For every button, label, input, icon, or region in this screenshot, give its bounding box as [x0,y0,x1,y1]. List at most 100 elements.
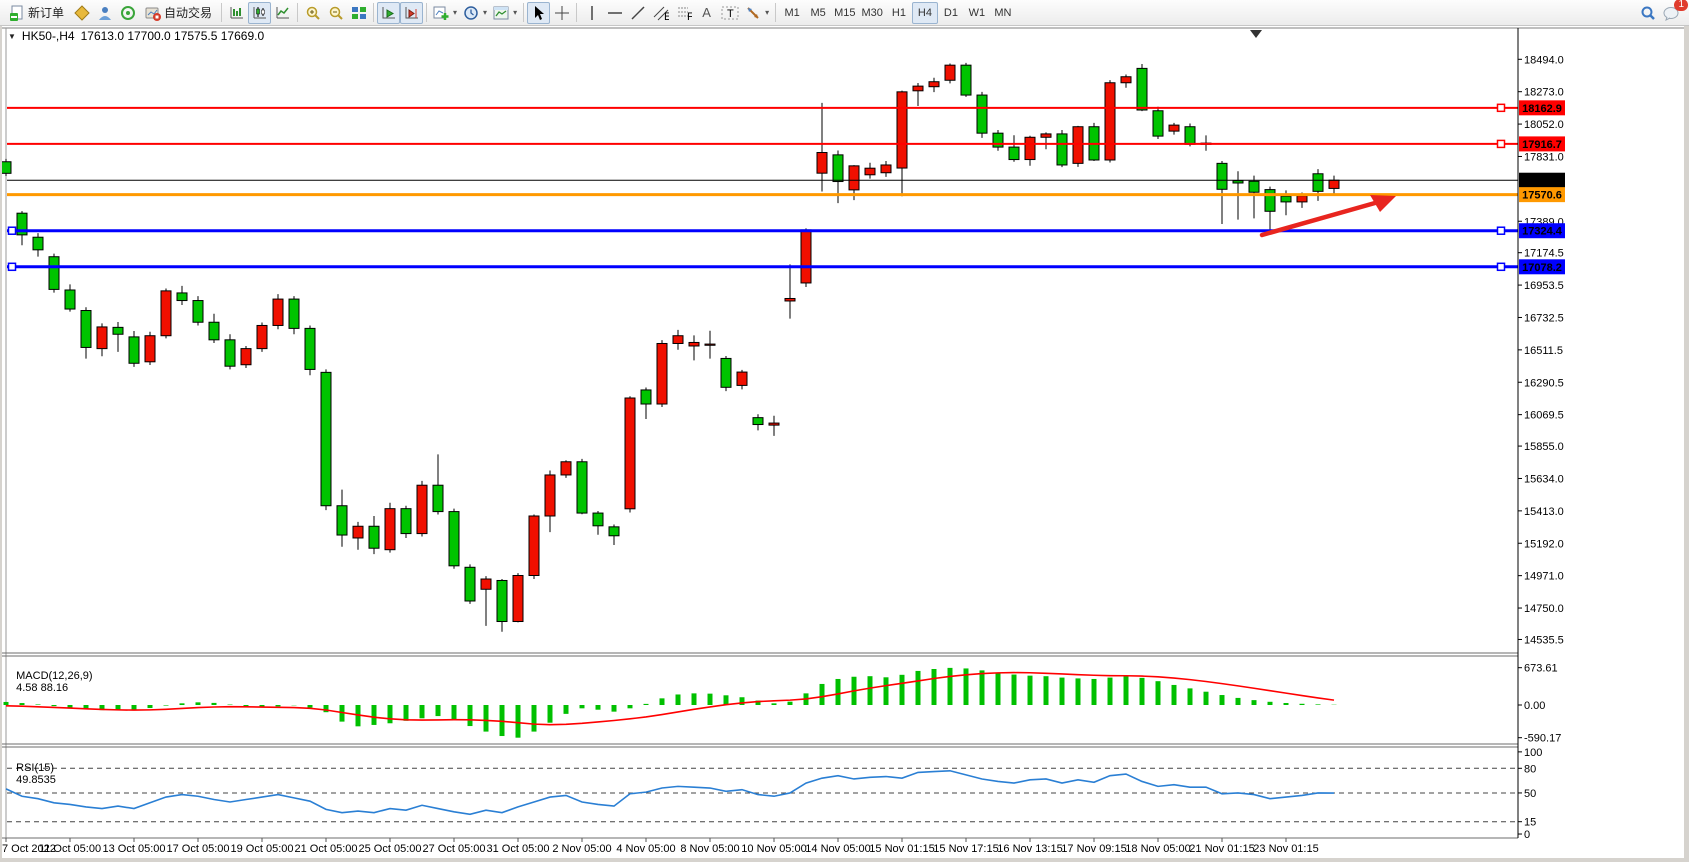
chart-ohlc-values: 17613.0 17700.0 17575.5 17669.0 [81,29,265,43]
candle [785,298,795,300]
cursor-tool-button[interactable] [527,2,550,24]
text-tool-icon: A [702,5,711,20]
signals-button[interactable] [116,2,139,24]
svg-text:23 Nov 01:15: 23 Nov 01:15 [1253,843,1318,855]
line-handle[interactable] [1498,263,1505,270]
candlestick-chart-icon [252,5,268,21]
equidistant-channel-tool-button[interactable]: E [649,2,672,24]
candle [849,166,859,190]
line-chart-button[interactable] [271,2,294,24]
line-handle[interactable] [1498,227,1505,234]
horizontal-line-tool-button[interactable] [603,2,626,24]
fibonacci-icon: F [676,5,692,21]
chart-shift-button[interactable] [400,2,423,24]
window-right-edge [1684,26,1689,862]
period-clock-icon [463,5,479,21]
candle [593,513,603,526]
candle [193,301,203,323]
timeframe-button-m1[interactable]: M1 [779,2,805,24]
svg-text:16511.5: 16511.5 [1524,345,1563,357]
crosshair-icon [554,5,570,21]
candle [977,95,987,133]
candle [881,165,891,173]
signals-icon [120,5,136,21]
text-tool-button[interactable]: A [695,2,718,24]
candle [1057,134,1067,165]
zoom-in-button[interactable] [301,2,324,24]
toolbar-separator [373,3,374,22]
candle [353,526,363,538]
text-label-tool-button[interactable]: T [718,2,742,24]
algo-trading-button[interactable]: 自动交易 [139,2,218,24]
chart-template-button[interactable]: ▾ [490,2,520,24]
chart-canvas[interactable]: 18494.018273.018052.017831.017389.017174… [0,0,1689,862]
add-indicator-icon [433,5,449,21]
candle [1137,68,1147,110]
candle [401,509,411,534]
new-order-label: 新订单 [28,4,64,21]
fibonacci-tool-button[interactable]: F [672,2,695,24]
svg-text:15: 15 [1524,817,1536,829]
data-window-button[interactable] [93,2,116,24]
candle [465,567,475,601]
tile-windows-button[interactable] [347,2,370,24]
vertical-line-tool-button[interactable] [580,2,603,24]
candle [1121,77,1131,83]
vertical-line-icon [584,5,600,21]
line-handle[interactable] [1498,140,1505,147]
crosshair-tool-button[interactable] [550,2,573,24]
add-indicator-button[interactable]: ▾ [430,2,460,24]
candle [161,291,171,336]
svg-text:31 Oct 05:00: 31 Oct 05:00 [487,843,550,855]
line-handle[interactable] [1498,104,1505,111]
dropdown-arrow-icon: ▾ [513,8,517,17]
timeframe-button-h1[interactable]: H1 [886,2,912,24]
svg-text:F: F [687,11,692,21]
svg-text:27 Oct 05:00: 27 Oct 05:00 [423,843,486,855]
svg-text:100: 100 [1524,747,1542,759]
macd-values: 4.58 88.16 [16,682,68,694]
toolbar-separator [775,3,776,22]
zoom-out-button[interactable] [324,2,347,24]
timeframe-button-h4[interactable]: H4 [912,2,938,24]
auto-scroll-icon [381,5,397,21]
svg-text:18494.0: 18494.0 [1524,54,1564,66]
one-click-trading-arrow-icon[interactable]: ▼ [8,32,16,41]
svg-text:17324.4: 17324.4 [1522,226,1563,238]
timeframe-button-mn[interactable]: MN [990,2,1016,24]
line-handle[interactable] [9,227,16,234]
svg-text:16732.5: 16732.5 [1524,312,1564,324]
candle [929,82,939,87]
svg-text:21 Oct 05:00: 21 Oct 05:00 [295,843,358,855]
line-handle[interactable] [9,263,16,270]
bar-chart-button[interactable] [225,2,248,24]
candle [833,155,843,182]
arrows-tool-button[interactable]: ▾ [742,2,772,24]
toolbar-separator [523,3,524,22]
timeframe-button-m30[interactable]: M30 [859,2,886,24]
notifications-button[interactable]: 1 [1659,2,1683,24]
candle [129,337,139,363]
cursor-icon [531,5,547,21]
period-clock-button[interactable]: ▾ [460,2,490,24]
candle [625,398,635,509]
trendline-tool-button[interactable] [626,2,649,24]
candlestick-chart-button[interactable] [248,2,271,24]
candle [209,322,219,340]
timeframe-button-d1[interactable]: D1 [938,2,964,24]
candle [897,92,907,168]
candle [385,509,395,550]
timeframe-button-m15[interactable]: M15 [831,2,858,24]
macd-name: MACD(12,26,9) [16,670,92,682]
new-order-button[interactable]: 新订单 [3,2,70,24]
zoom-out-icon [328,5,344,21]
market-watch-button[interactable] [70,2,93,24]
timeframe-button-m5[interactable]: M5 [805,2,831,24]
timeframe-button-w1[interactable]: W1 [964,2,990,24]
search-button[interactable] [1636,2,1659,24]
candle [177,293,187,301]
candle [337,506,347,535]
candle [33,237,43,250]
auto-scroll-button[interactable] [377,2,400,24]
svg-text:8 Nov 05:00: 8 Nov 05:00 [680,843,739,855]
